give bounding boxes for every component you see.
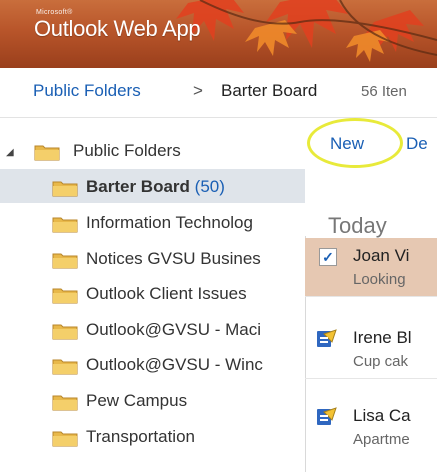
folder-label: Outlook@GVSU - Maci xyxy=(86,320,262,339)
message-sender: Irene Bl xyxy=(353,328,412,347)
unread-count: (50) xyxy=(194,177,225,196)
folder-barter-board[interactable]: Barter Board (50) xyxy=(0,169,305,203)
message-preview: Apartme xyxy=(353,431,410,448)
folder-icon xyxy=(52,253,78,269)
folder-label: Notices GVSU Busines xyxy=(86,249,261,268)
folder-icon xyxy=(52,324,78,340)
message-sender: Joan Vi xyxy=(353,246,410,265)
folder-icon xyxy=(52,359,78,375)
expand-triangle-icon[interactable]: ◢ xyxy=(6,147,14,158)
folder-icon xyxy=(52,431,78,447)
header-banner: Microsoft® Outlook Web App xyxy=(0,0,437,68)
message-group-header: Today xyxy=(328,213,387,238)
folder-icon xyxy=(52,181,78,197)
folder-outlook-client-issues[interactable]: Outlook Client Issues xyxy=(0,276,305,310)
post-item-icon xyxy=(317,407,337,425)
post-item-icon xyxy=(317,329,337,347)
message-item[interactable]: Lisa Ca Apartme xyxy=(305,398,437,456)
folder-icon xyxy=(52,288,78,304)
breadcrumb-current: Barter Board xyxy=(221,81,318,100)
breadcrumb-separator: > xyxy=(193,81,203,100)
folder-label: Outlook Client Issues xyxy=(86,284,247,303)
app-title: Outlook Web App xyxy=(34,16,201,41)
folder-icon xyxy=(34,145,60,161)
message-sender: Lisa Ca xyxy=(353,406,411,425)
message-preview: Looking xyxy=(353,271,406,288)
folder-label: Public Folders xyxy=(73,141,181,160)
folder-outlook-gvsu-windows[interactable]: Outlook@GVSU - Winc xyxy=(0,347,305,381)
new-button[interactable]: New xyxy=(330,134,364,154)
item-count: 56 Iten xyxy=(361,83,407,100)
folder-label: Information Technolog xyxy=(86,213,253,232)
breadcrumb-root-link[interactable]: Public Folders xyxy=(33,81,141,101)
microsoft-brand: Microsoft® xyxy=(36,9,73,16)
message-preview: Cup cak xyxy=(353,353,409,370)
folder-icon xyxy=(52,217,78,233)
folder-label: Barter Board (50) xyxy=(86,177,225,196)
message-item[interactable]: Irene Bl Cup cak xyxy=(305,320,437,378)
folder-outlook-gvsu-mac[interactable]: Outlook@GVSU - Maci xyxy=(0,312,305,346)
folder-public-folders[interactable]: ◢ Public Folders xyxy=(0,133,305,167)
folder-transportation[interactable]: Transportation xyxy=(0,419,305,453)
folder-notices-gvsu-business[interactable]: Notices GVSU Busines xyxy=(0,241,305,275)
folder-label: Pew Campus xyxy=(86,391,188,410)
divider xyxy=(305,296,437,297)
checkbox-checked-icon[interactable]: ✓ xyxy=(319,248,337,266)
folder-label: Outlook@GVSU - Winc xyxy=(86,355,263,374)
folder-pew-campus[interactable]: Pew Campus xyxy=(0,383,305,417)
delete-button[interactable]: De xyxy=(406,134,428,154)
folder-label: Transportation xyxy=(86,427,195,446)
divider xyxy=(305,378,437,379)
folder-tree: ◢ Public Folders Barter Board (50) Infor… xyxy=(0,133,305,472)
breadcrumb: Public Folders > Barter Board 56 Iten xyxy=(0,68,437,118)
message-item[interactable]: ✓ Joan Vi Looking xyxy=(305,238,437,296)
folder-icon xyxy=(52,395,78,411)
folder-information-technology[interactable]: Information Technolog xyxy=(0,205,305,239)
